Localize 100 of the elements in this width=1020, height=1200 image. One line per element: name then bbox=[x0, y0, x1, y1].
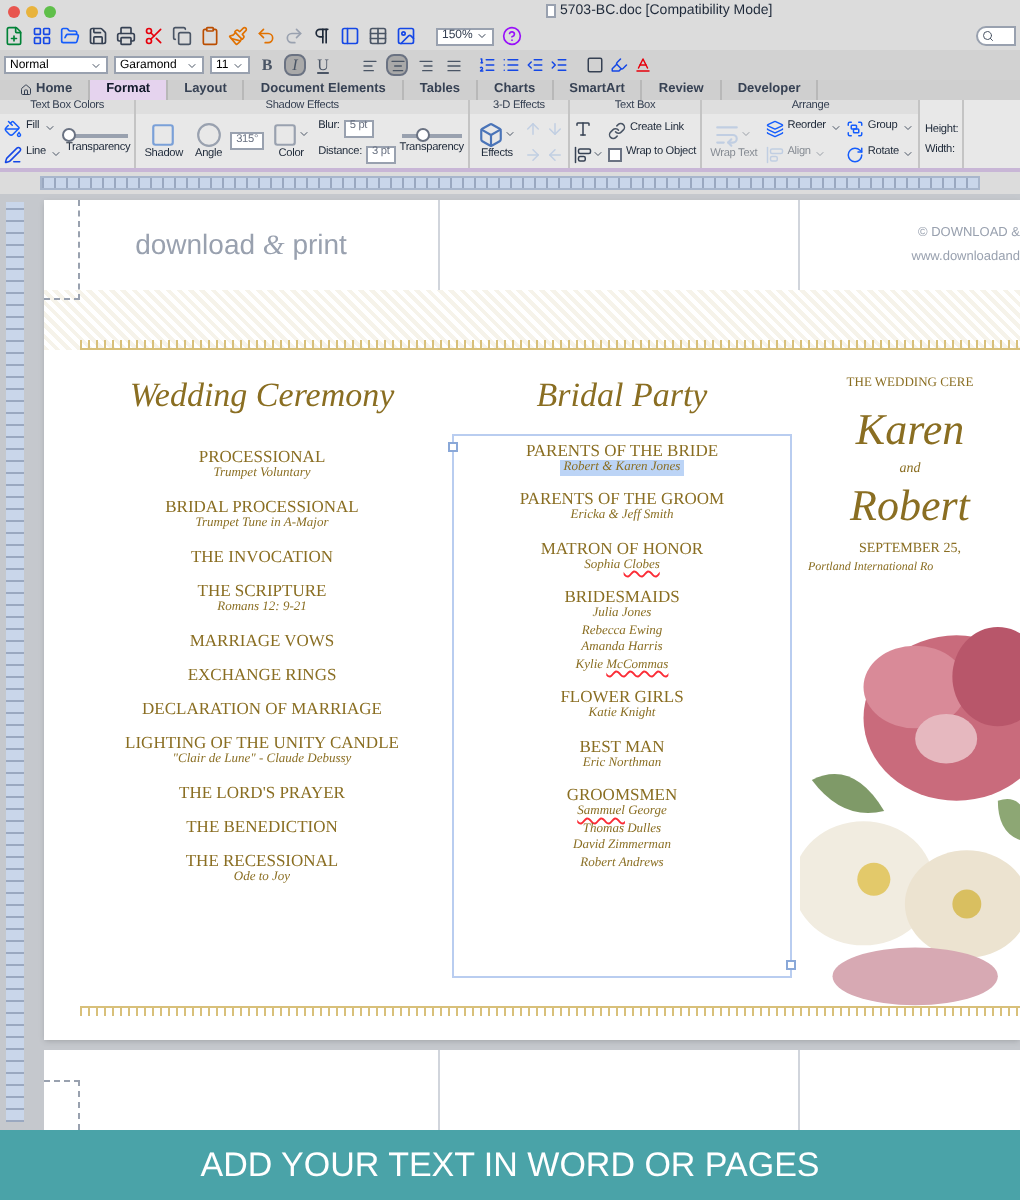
bullet-list-icon[interactable] bbox=[502, 56, 520, 74]
new-document-button[interactable] bbox=[4, 26, 24, 46]
save-icon bbox=[88, 26, 108, 46]
folder-button[interactable] bbox=[60, 26, 80, 46]
copy-button[interactable] bbox=[172, 26, 192, 46]
group-icon bbox=[845, 119, 864, 137]
caret-icon bbox=[298, 128, 311, 141]
font-style-button[interactable]: U bbox=[312, 54, 334, 76]
program-heading: MARRIAGE VOWS bbox=[189, 629, 335, 649]
link-icon bbox=[607, 121, 626, 139]
document-icon bbox=[546, 4, 556, 18]
table-button[interactable] bbox=[368, 26, 388, 46]
paintbrush-button[interactable] bbox=[228, 26, 248, 46]
program-heading: PROCESSIONAL bbox=[198, 445, 326, 465]
caption-banner: ADD YOUR TEXT IN WORD OR PAGES bbox=[0, 1130, 1020, 1200]
redo-icon bbox=[284, 26, 304, 46]
text-box-handle[interactable] bbox=[786, 959, 796, 969]
undo-button[interactable] bbox=[256, 26, 276, 46]
folder-icon bbox=[60, 26, 80, 46]
caret-icon bbox=[740, 128, 753, 141]
align-left-icon bbox=[361, 57, 377, 73]
color-square-icon bbox=[272, 121, 299, 148]
slider-thumb[interactable] bbox=[416, 128, 431, 143]
slider-thumb[interactable] bbox=[62, 128, 77, 143]
scissors-icon bbox=[144, 26, 164, 46]
caret-icon bbox=[591, 148, 604, 160]
caret-icon bbox=[829, 122, 842, 134]
clipboard-icon bbox=[200, 26, 220, 46]
dial-icon bbox=[195, 121, 222, 148]
rotate-icon bbox=[845, 145, 864, 163]
shadow-square-icon bbox=[150, 121, 177, 148]
close-button[interactable] bbox=[8, 5, 20, 17]
text-direction-icon bbox=[573, 119, 592, 137]
tilt-down-icon bbox=[545, 119, 564, 137]
cube-icon bbox=[477, 121, 504, 148]
table-icon bbox=[368, 26, 388, 46]
gallery-icon bbox=[32, 26, 52, 46]
caret-icon bbox=[503, 128, 516, 141]
layers-icon bbox=[765, 119, 784, 137]
program-heading: DECLARATION OF MARRIAGE bbox=[142, 697, 382, 717]
alignment-button[interactable] bbox=[386, 54, 408, 76]
caret-icon bbox=[232, 59, 244, 71]
caret-icon bbox=[902, 148, 915, 160]
paintbrush-icon bbox=[228, 26, 248, 46]
text-box[interactable] bbox=[452, 433, 792, 977]
clipboard-button[interactable] bbox=[200, 26, 220, 46]
help-icon[interactable] bbox=[502, 26, 523, 46]
logo: download & print bbox=[135, 225, 347, 265]
indent-icon[interactable] bbox=[550, 56, 568, 74]
scissors-button[interactable] bbox=[144, 26, 164, 46]
text-box-handle[interactable] bbox=[448, 441, 458, 451]
tilt-up-icon bbox=[523, 119, 542, 137]
party-heading: PARENTS OF THE BRIDE bbox=[525, 439, 719, 459]
groom-name: Robert bbox=[850, 478, 970, 535]
program-heading: THE RECESSIONAL bbox=[185, 849, 339, 869]
ribbon-tool-button[interactable] bbox=[573, 145, 604, 163]
party-heading: FLOWER GIRLS bbox=[560, 686, 684, 706]
slider-track[interactable] bbox=[68, 134, 129, 139]
border-icon[interactable] bbox=[586, 56, 604, 74]
home-icon bbox=[20, 84, 32, 96]
tilt-left-icon bbox=[545, 145, 564, 163]
justify-icon bbox=[445, 57, 461, 73]
align-icon bbox=[765, 145, 784, 163]
search-field[interactable] bbox=[976, 26, 1016, 46]
text-align-icon bbox=[573, 145, 592, 163]
program-heading: THE LORD'S PRAYER bbox=[179, 781, 345, 801]
sidebar-icon bbox=[340, 26, 360, 46]
program-heading: THE SCRIPTURE bbox=[197, 579, 327, 599]
caret-icon bbox=[43, 122, 56, 134]
caret-icon bbox=[901, 122, 914, 134]
party-heading: MATRON OF HONOR bbox=[540, 537, 704, 557]
checkbox[interactable] bbox=[607, 147, 622, 161]
undo-icon bbox=[256, 26, 276, 46]
new-document-icon bbox=[4, 26, 24, 46]
image-button[interactable] bbox=[396, 26, 416, 46]
save-button[interactable] bbox=[88, 26, 108, 46]
gallery-button[interactable] bbox=[32, 26, 52, 46]
caret-icon bbox=[476, 30, 489, 42]
printer-button[interactable] bbox=[116, 26, 136, 46]
slider-track[interactable] bbox=[401, 134, 462, 139]
image-icon bbox=[396, 26, 416, 46]
pilcrow-button[interactable] bbox=[312, 26, 332, 46]
font-style-button[interactable]: B bbox=[256, 54, 278, 76]
outdent-icon[interactable] bbox=[526, 56, 544, 74]
program-heading: LIGHTING OF THE UNITY CANDLE bbox=[125, 731, 399, 751]
tilt-right-icon bbox=[523, 145, 542, 163]
section-title: Bridal Party bbox=[536, 374, 708, 418]
paint-bucket-icon bbox=[4, 119, 22, 137]
highlight-icon[interactable] bbox=[610, 56, 628, 74]
sidebar-button[interactable] bbox=[340, 26, 360, 46]
program-heading: THE INVOCATION bbox=[190, 545, 334, 565]
font-color-icon[interactable] bbox=[634, 56, 652, 74]
section-title: Wedding Ceremony bbox=[129, 374, 395, 418]
align-right-icon bbox=[417, 57, 433, 73]
search-icon bbox=[982, 30, 994, 42]
copy-icon bbox=[172, 26, 192, 46]
pen-icon bbox=[4, 145, 22, 163]
pilcrow-icon bbox=[312, 26, 332, 46]
program-heading: EXCHANGE RINGS bbox=[187, 663, 337, 683]
numbered-list-icon[interactable] bbox=[478, 56, 496, 74]
